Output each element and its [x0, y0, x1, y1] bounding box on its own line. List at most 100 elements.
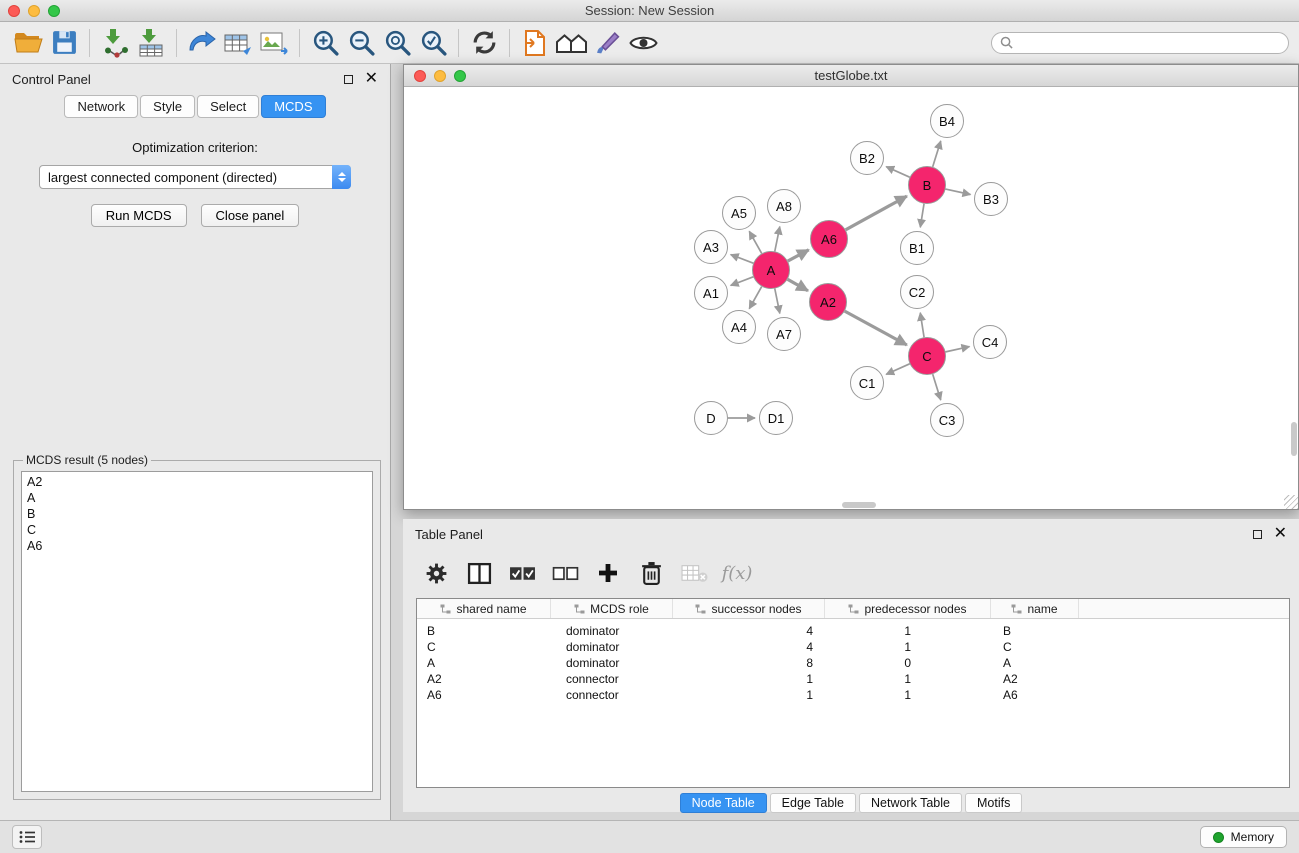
graph-node-B3[interactable]: B3: [974, 182, 1008, 216]
zoom-in-button[interactable]: [307, 25, 343, 61]
edge-B-B1[interactable]: [920, 204, 924, 227]
table-float-panel-icon[interactable]: [1253, 530, 1262, 539]
column-header-MCDS-role[interactable]: MCDS role: [551, 599, 673, 618]
mcds-result-list[interactable]: A2ABCA6: [21, 471, 373, 792]
edge-A-A2[interactable]: [788, 279, 808, 290]
float-panel-icon[interactable]: [344, 75, 353, 84]
home-nested-network-button[interactable]: [553, 25, 589, 61]
graph-node-C4[interactable]: C4: [973, 325, 1007, 359]
tab-node-table[interactable]: Node Table: [680, 793, 767, 813]
save-session-button[interactable]: [46, 25, 82, 61]
select-all-button[interactable]: [507, 558, 537, 588]
zoom-fit-button[interactable]: [379, 25, 415, 61]
table-settings-button[interactable]: [421, 558, 451, 588]
tab-motifs[interactable]: Motifs: [965, 793, 1022, 813]
tab-select[interactable]: Select: [197, 95, 259, 118]
graph-node-A1[interactable]: A1: [694, 276, 728, 310]
result-item-a2[interactable]: A2: [27, 474, 367, 490]
delete-table-button[interactable]: [679, 558, 709, 588]
graph-node-A8[interactable]: A8: [767, 189, 801, 223]
show-hide-graphics-button[interactable]: [625, 25, 661, 61]
graph-node-A3[interactable]: A3: [694, 230, 728, 264]
edge-C-C3[interactable]: [933, 374, 941, 400]
graph-node-C1[interactable]: C1: [850, 366, 884, 400]
run-mcds-button[interactable]: Run MCDS: [91, 204, 187, 227]
graph-node-D1[interactable]: D1: [759, 401, 793, 435]
graph-node-B4[interactable]: B4: [930, 104, 964, 138]
network-minimize-button[interactable]: [434, 70, 446, 82]
graph-node-D[interactable]: D: [694, 401, 728, 435]
network-canvas[interactable]: B4B2BB3A5A8A6A3B1AA1C2A2A4A7CC4C1C3DD1: [404, 87, 1298, 509]
close-panel-button[interactable]: Close panel: [201, 204, 300, 227]
table-close-panel-icon[interactable]: ✕: [1274, 528, 1287, 540]
horizontal-scrollbar-thumb[interactable]: [842, 502, 876, 508]
graph-node-A2[interactable]: A2: [809, 283, 847, 321]
graph-node-B2[interactable]: B2: [850, 141, 884, 175]
graph-node-C[interactable]: C: [908, 337, 946, 375]
edge-B-B4[interactable]: [933, 141, 941, 167]
function-builder-button[interactable]: f(x): [722, 558, 752, 588]
graph-node-C3[interactable]: C3: [930, 403, 964, 437]
zoom-out-button[interactable]: [343, 25, 379, 61]
edge-C-C1[interactable]: [886, 364, 910, 375]
table-row-a6[interactable]: A6connector11A6: [417, 687, 1289, 703]
import-table-file-button[interactable]: [133, 25, 169, 61]
edge-C-C4[interactable]: [946, 347, 970, 352]
table-row-a2[interactable]: A2connector11A2: [417, 671, 1289, 687]
graph-node-B1[interactable]: B1: [900, 231, 934, 265]
graph-node-A[interactable]: A: [752, 251, 790, 289]
edge-A2-C[interactable]: [845, 311, 907, 345]
delete-row-button[interactable]: [636, 558, 666, 588]
deselect-all-button[interactable]: [550, 558, 580, 588]
network-close-button[interactable]: [414, 70, 426, 82]
add-row-button[interactable]: [593, 558, 623, 588]
edge-A-A3[interactable]: [731, 255, 754, 264]
graph-node-A4[interactable]: A4: [722, 310, 756, 344]
edge-B-B2[interactable]: [886, 167, 910, 178]
show-panels-button[interactable]: [12, 825, 42, 849]
result-item-a[interactable]: A: [27, 490, 367, 506]
tab-mcds[interactable]: MCDS: [261, 95, 325, 118]
edge-A-A7[interactable]: [775, 289, 780, 314]
zoom-selected-button[interactable]: [415, 25, 451, 61]
edge-B-B3[interactable]: [946, 189, 971, 194]
optimization-criterion-select[interactable]: largest connected component (directed): [39, 165, 351, 189]
edge-A-A5[interactable]: [749, 231, 761, 253]
vertical-scrollbar-thumb[interactable]: [1291, 422, 1297, 456]
search-box[interactable]: [991, 32, 1289, 54]
column-header-name[interactable]: name: [991, 599, 1079, 618]
network-zoom-button[interactable]: [454, 70, 466, 82]
network-window-titlebar[interactable]: testGlobe.txt: [404, 65, 1298, 87]
import-network-file-button[interactable]: [97, 25, 133, 61]
edge-A-A4[interactable]: [749, 287, 761, 309]
edge-A-A6[interactable]: [788, 250, 809, 261]
import-network-url-button[interactable]: [184, 25, 220, 61]
edge-A-A8[interactable]: [775, 227, 780, 252]
result-item-c[interactable]: C: [27, 522, 367, 538]
edge-A-A1[interactable]: [731, 277, 754, 286]
resize-grip[interactable]: [1284, 495, 1298, 509]
close-panel-icon[interactable]: ✕: [365, 73, 378, 85]
column-header-predecessor-nodes[interactable]: predecessor nodes: [825, 599, 991, 618]
graph-node-A7[interactable]: A7: [767, 317, 801, 351]
table-row-a[interactable]: Adominator80A: [417, 655, 1289, 671]
open-session-button[interactable]: [10, 25, 46, 61]
graph-node-A6[interactable]: A6: [810, 220, 848, 258]
edge-C-C2[interactable]: [920, 313, 924, 337]
memory-button[interactable]: Memory: [1200, 826, 1287, 848]
column-header-shared-name[interactable]: shared name: [417, 599, 551, 618]
edge-A6-B[interactable]: [846, 196, 907, 230]
table-row-b[interactable]: Bdominator41B: [417, 623, 1289, 639]
tab-edge-table[interactable]: Edge Table: [770, 793, 856, 813]
search-input[interactable]: [1019, 36, 1280, 50]
export-image-button[interactable]: [256, 25, 292, 61]
column-header-successor-nodes[interactable]: successor nodes: [673, 599, 825, 618]
table-row-c[interactable]: Cdominator41C: [417, 639, 1289, 655]
graph-node-A5[interactable]: A5: [722, 196, 756, 230]
refresh-layout-button[interactable]: [466, 25, 502, 61]
tab-network-table[interactable]: Network Table: [859, 793, 962, 813]
graph-node-C2[interactable]: C2: [900, 275, 934, 309]
result-item-b[interactable]: B: [27, 506, 367, 522]
open-document-button[interactable]: [517, 25, 553, 61]
result-item-a6[interactable]: A6: [27, 538, 367, 554]
